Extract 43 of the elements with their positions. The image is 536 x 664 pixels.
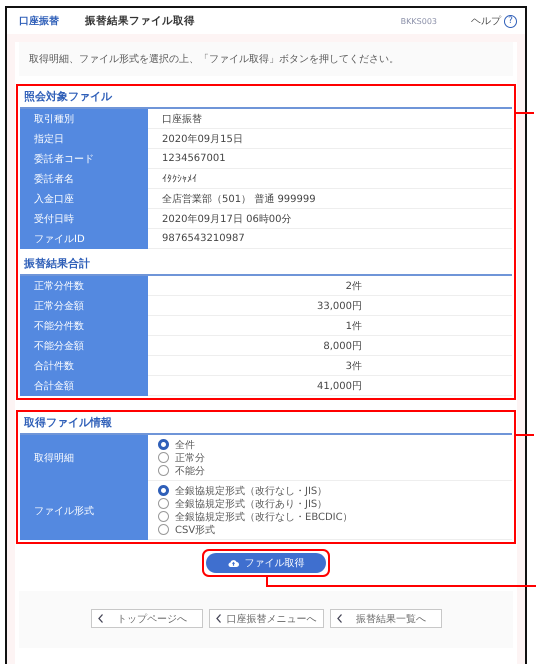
row-label: 受付日時 — [20, 209, 148, 229]
radio-label[interactable]: 不能分 — [175, 464, 205, 478]
screen-id: BKKS003 — [400, 16, 437, 26]
file-download-button[interactable]: ファイル取得 — [206, 553, 326, 573]
radio-label[interactable]: CSV形式 — [175, 522, 216, 536]
row-label: 正常分件数 — [20, 276, 148, 296]
nav-button[interactable]: トップページへ — [90, 609, 202, 628]
row-label: ファイルID — [20, 229, 148, 249]
radio-button[interactable] — [158, 485, 169, 496]
help-link[interactable]: ヘルプ — [471, 14, 501, 28]
row-label: 入金口座 — [20, 189, 148, 209]
radio-button[interactable] — [158, 511, 169, 522]
row-label: 委託者名 — [20, 169, 148, 189]
row-label: 不能分金額 — [20, 336, 148, 356]
chevron-left-icon — [216, 614, 220, 623]
help-icon[interactable]: ? — [504, 14, 517, 28]
radio-label[interactable]: 全件 — [175, 438, 195, 452]
radio-label[interactable]: 正常分 — [175, 450, 205, 464]
instruction-text: 取得明細、ファイル形式を選択の上、「ファイル取得」ボタンを押してください。 — [19, 42, 513, 76]
chevron-left-icon — [336, 614, 342, 623]
nav-button[interactable]: 口座振替メニューへ — [208, 609, 324, 628]
nav-button[interactable]: 振替結果一覧へ — [330, 609, 442, 628]
row-label: 合計金額 — [20, 376, 148, 396]
radio-button[interactable] — [158, 524, 169, 535]
row-label: 取引種別 — [20, 109, 148, 129]
breadcrumb-link[interactable]: 口座振替 — [19, 14, 59, 28]
radio-label[interactable]: 全銀協規定形式（改行なし・JIS） — [175, 484, 328, 498]
row-label: 不能分件数 — [20, 316, 148, 336]
row-label: 取得明細 — [20, 435, 148, 481]
radio-button[interactable] — [158, 452, 169, 463]
radio-button[interactable] — [158, 465, 169, 476]
radio-label[interactable]: 全銀協規定形式（改行あり・JIS） — [175, 496, 328, 510]
radio-button[interactable] — [158, 498, 169, 509]
row-label: 委託者コード — [20, 149, 148, 169]
page-title: 振替結果ファイル取得 — [85, 14, 196, 28]
chevron-left-icon — [98, 614, 102, 623]
radio-label[interactable]: 全銀協規定形式（改行なし・EBCDIC） — [175, 510, 353, 524]
radio-button[interactable] — [158, 439, 169, 450]
row-label: ファイル形式 — [20, 481, 148, 540]
row-label: 合計件数 — [20, 356, 148, 376]
row-label: 指定日 — [20, 129, 148, 149]
cloud-upload-icon — [228, 559, 238, 567]
row-label: 正常分金額 — [20, 296, 148, 316]
